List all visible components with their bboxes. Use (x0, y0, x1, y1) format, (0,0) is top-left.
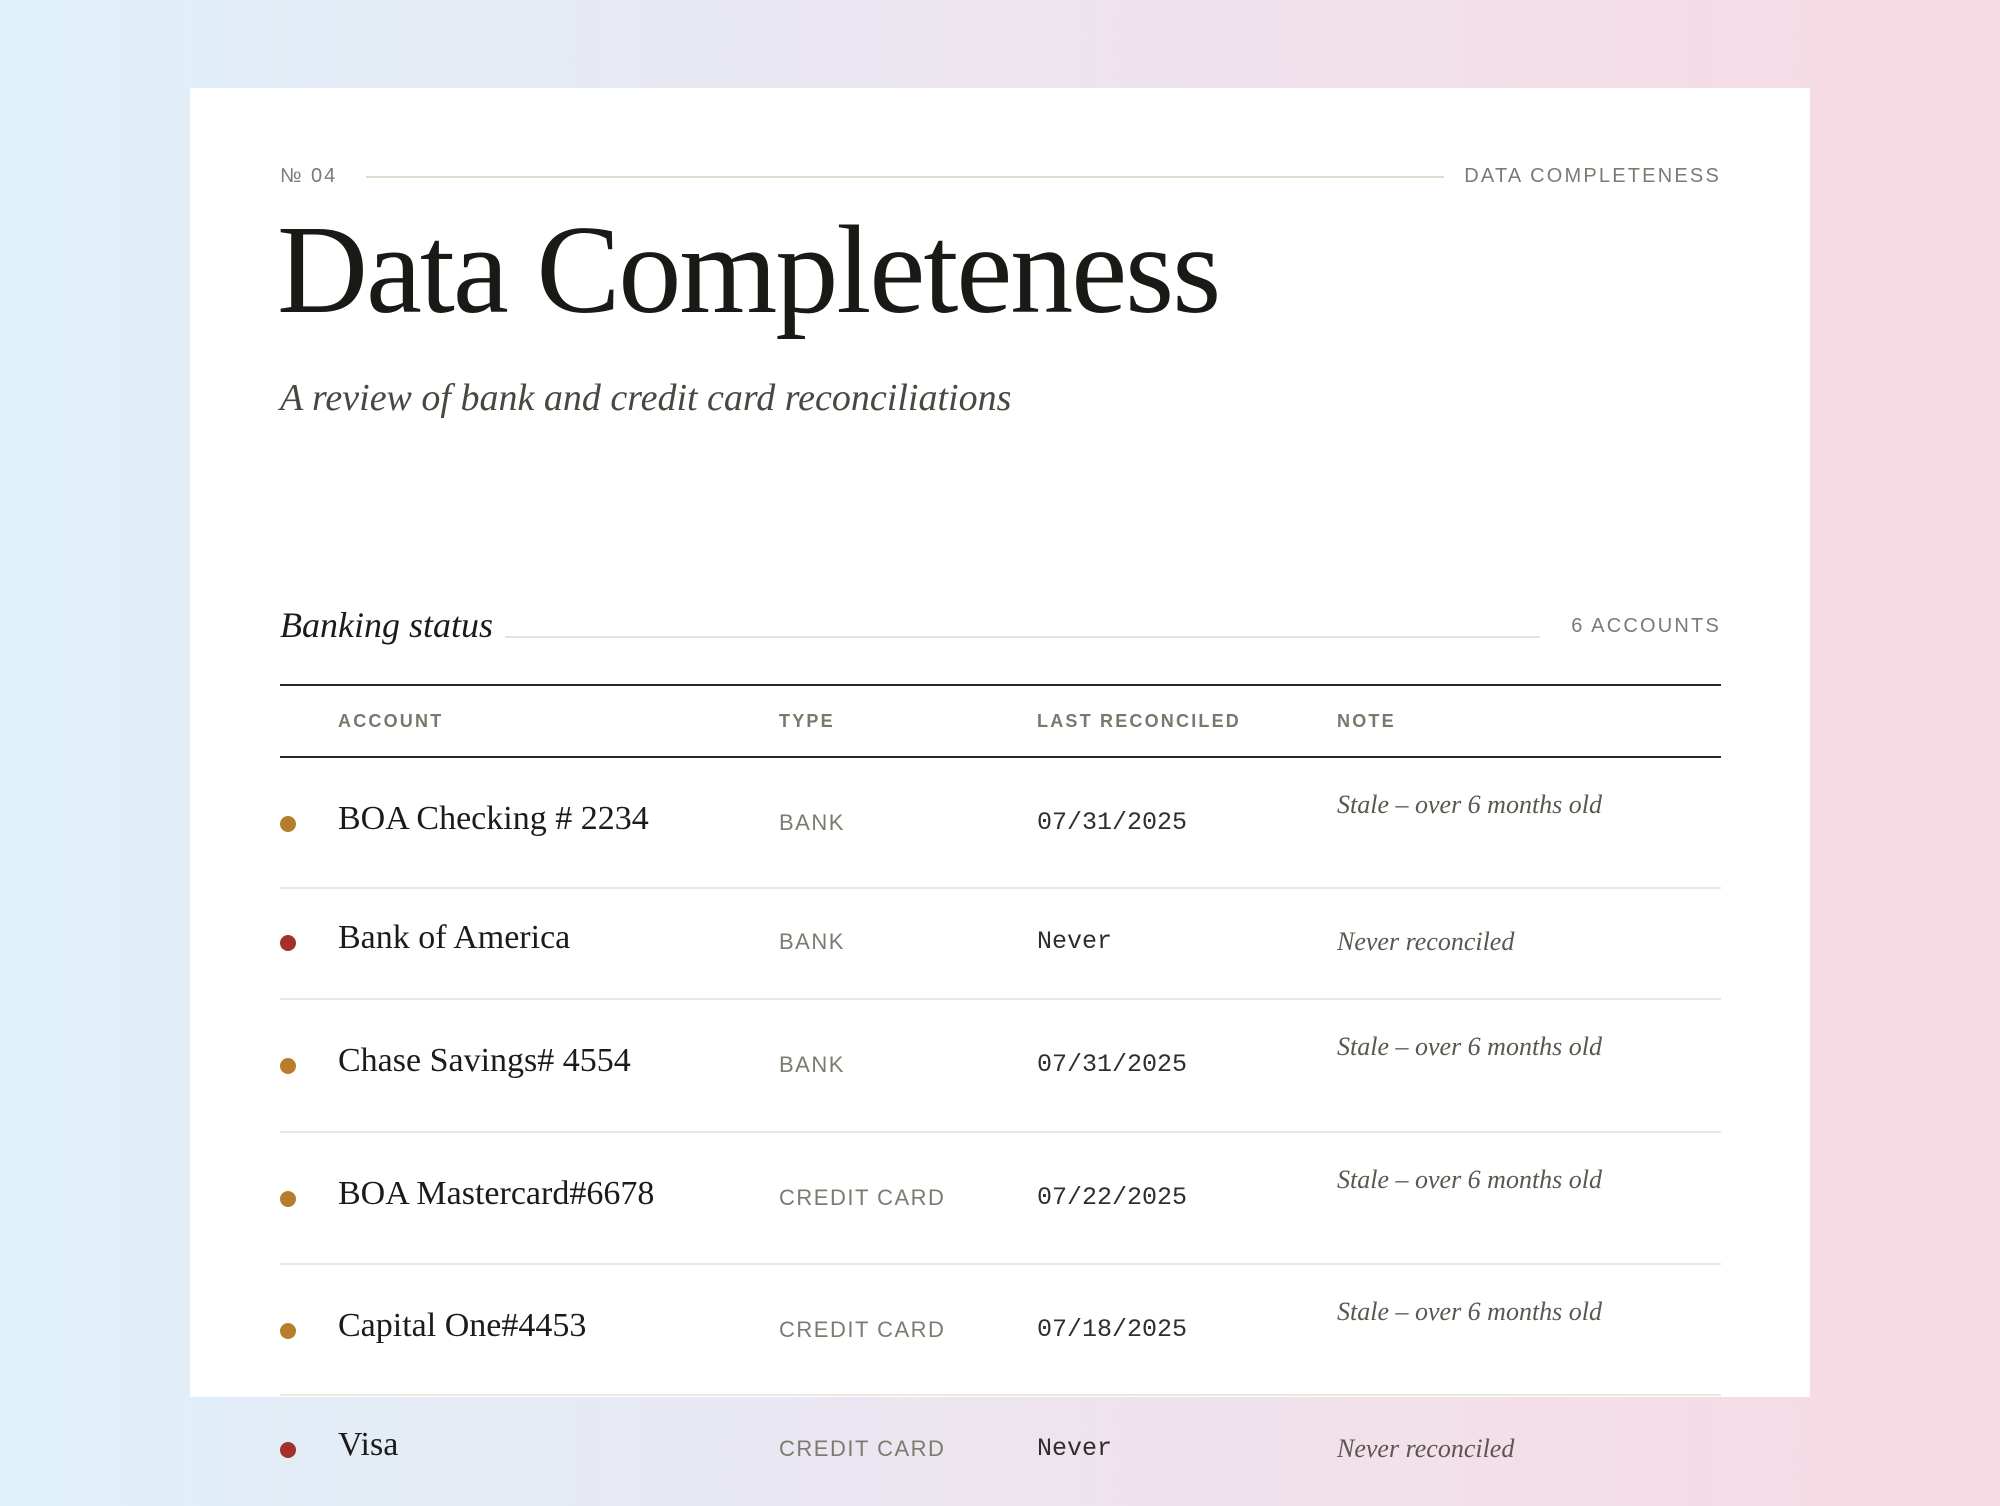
account-name: Visa (338, 1426, 399, 1463)
account-note: Never reconciled (1337, 927, 1515, 956)
last-reconciled-date: 07/31/2025 (1037, 1050, 1188, 1079)
report-card: № 04 DATA COMPLETENESS Data Completeness… (190, 88, 1810, 1463)
account-note: Never reconciled (1337, 1434, 1515, 1463)
table-row[interactable]: Capital One#4453 CREDIT CARD 07/18/2025 … (280, 1265, 1721, 1396)
status-dot-stale (280, 816, 296, 832)
table-row[interactable]: BOA Checking # 2234 BANK 07/31/2025 Stal… (280, 758, 1721, 889)
last-reconciled-date: 07/31/2025 (1037, 808, 1188, 837)
accounts-table: ACCOUNT TYPE LAST RECONCILED NOTE BOA Ch… (280, 684, 1721, 1506)
table-row[interactable]: Bank of America BANK Never Never reconci… (280, 889, 1721, 1000)
account-name: BOA Checking # 2234 (338, 800, 649, 837)
account-type: CREDIT CARD (779, 1185, 946, 1210)
table-row[interactable]: Chase Savings# 4554 BANK 07/31/2025 Stal… (280, 1000, 1721, 1133)
last-reconciled-date: Never (1037, 927, 1113, 956)
page-subtitle: A review of bank and credit card reconci… (280, 377, 1012, 419)
column-header-account[interactable]: ACCOUNT (338, 686, 443, 756)
section-header: Banking status 6 ACCOUNTS (280, 600, 1721, 650)
running-header: DATA COMPLETENESS (1464, 165, 1721, 187)
status-dot-stale (280, 1058, 296, 1074)
last-reconciled-date: Never (1037, 1434, 1113, 1463)
last-reconciled-date: 07/22/2025 (1037, 1183, 1188, 1212)
account-name: Chase Savings# 4554 (338, 1042, 631, 1079)
section-title: Banking status (280, 605, 493, 645)
account-type: BANK (779, 810, 845, 835)
account-name: BOA Mastercard#6678 (338, 1175, 655, 1212)
account-type: CREDIT CARD (779, 1436, 946, 1461)
column-header-last-reconciled[interactable]: LAST RECONCILED (1037, 686, 1241, 756)
status-dot-never (280, 935, 296, 951)
account-name: Bank of America (338, 919, 571, 956)
table-header: ACCOUNT TYPE LAST RECONCILED NOTE (280, 684, 1721, 758)
account-note: Stale – over 6 months old (1337, 790, 1603, 819)
column-header-type[interactable]: TYPE (779, 686, 835, 756)
table-row[interactable]: BOA Mastercard#6678 CREDIT CARD 07/22/20… (280, 1133, 1721, 1265)
account-type: BANK (779, 1052, 845, 1077)
page-title: Data Completeness (277, 201, 1221, 340)
account-name: Capital One#4453 (338, 1307, 587, 1344)
status-dot-never (280, 1442, 296, 1458)
column-header-note[interactable]: NOTE (1337, 686, 1396, 756)
table-row[interactable]: Visa CREDIT CARD Never Never reconciled (280, 1396, 1721, 1506)
account-count: 6 ACCOUNTS (1571, 615, 1721, 637)
status-dot-stale (280, 1323, 296, 1339)
account-type: BANK (779, 929, 845, 954)
section-divider (505, 636, 1540, 638)
account-note: Stale – over 6 months old (1337, 1297, 1603, 1326)
status-dot-stale (280, 1191, 296, 1207)
account-note: Stale – over 6 months old (1337, 1032, 1603, 1061)
meta-divider (366, 176, 1444, 178)
last-reconciled-date: 07/18/2025 (1037, 1315, 1188, 1344)
section-number: № 04 (280, 165, 338, 187)
account-type: CREDIT CARD (779, 1317, 946, 1342)
meta-row: № 04 DATA COMPLETENESS (280, 164, 1721, 188)
account-note: Stale – over 6 months old (1337, 1165, 1603, 1194)
